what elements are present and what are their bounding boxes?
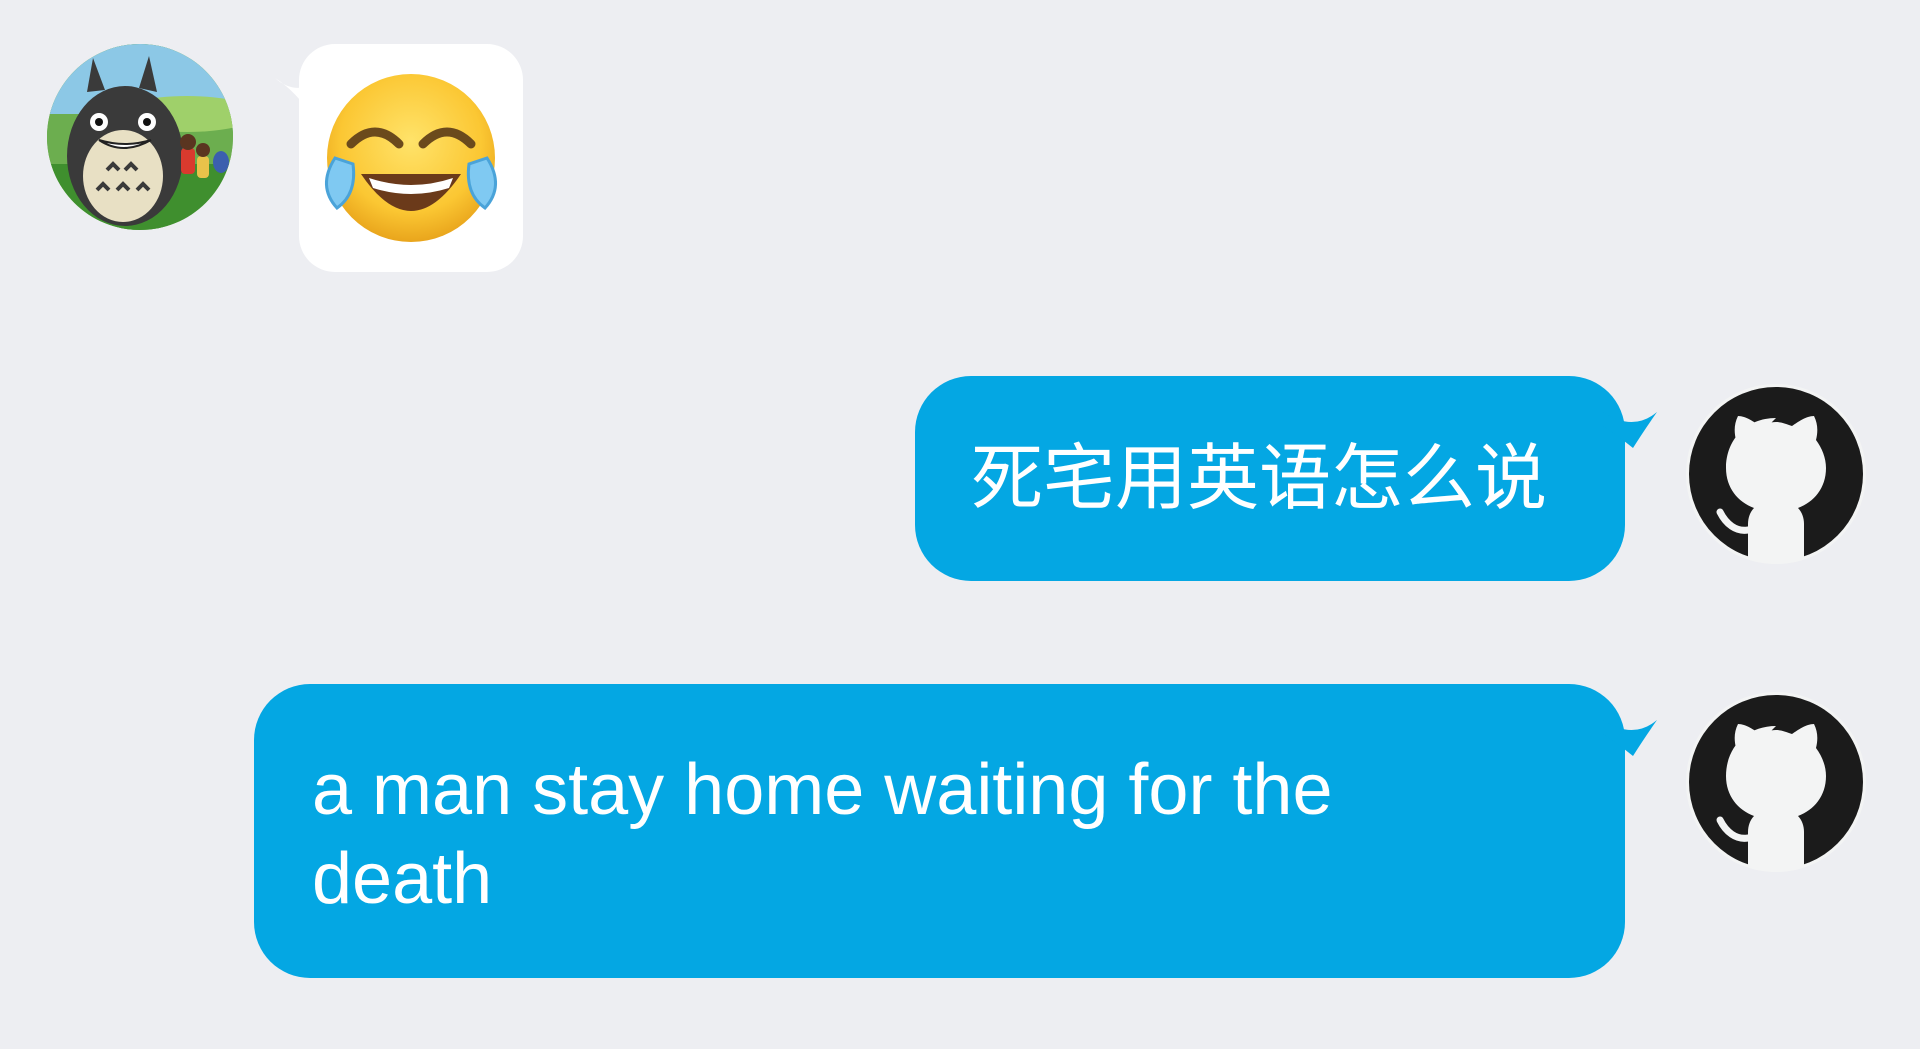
message-text: a man stay home waiting for the death (312, 750, 1333, 919)
github-octocat-icon (1686, 384, 1866, 564)
outgoing-message-bubble[interactable]: a man stay home waiting for the death (254, 684, 1657, 978)
totoro-avatar-icon (47, 44, 233, 230)
self-avatar[interactable] (1686, 384, 1866, 564)
contact-avatar[interactable] (47, 44, 233, 230)
bubble-tail (275, 78, 313, 118)
message-text: 死宅用英语怎么说 (971, 436, 1548, 520)
bubble-tail (1603, 412, 1657, 448)
chat-view: 死宅用英语怎么说 a man stay home waiting for the… (0, 0, 1920, 1049)
incoming-sticker-bubble[interactable] (275, 44, 523, 272)
outgoing-message-bubble[interactable]: 死宅用英语怎么说 (915, 376, 1657, 581)
self-avatar[interactable] (1686, 692, 1866, 872)
github-octocat-icon (1686, 692, 1866, 872)
bubble-tail (1603, 720, 1657, 756)
laughing-crying-emoji-icon (325, 74, 497, 242)
